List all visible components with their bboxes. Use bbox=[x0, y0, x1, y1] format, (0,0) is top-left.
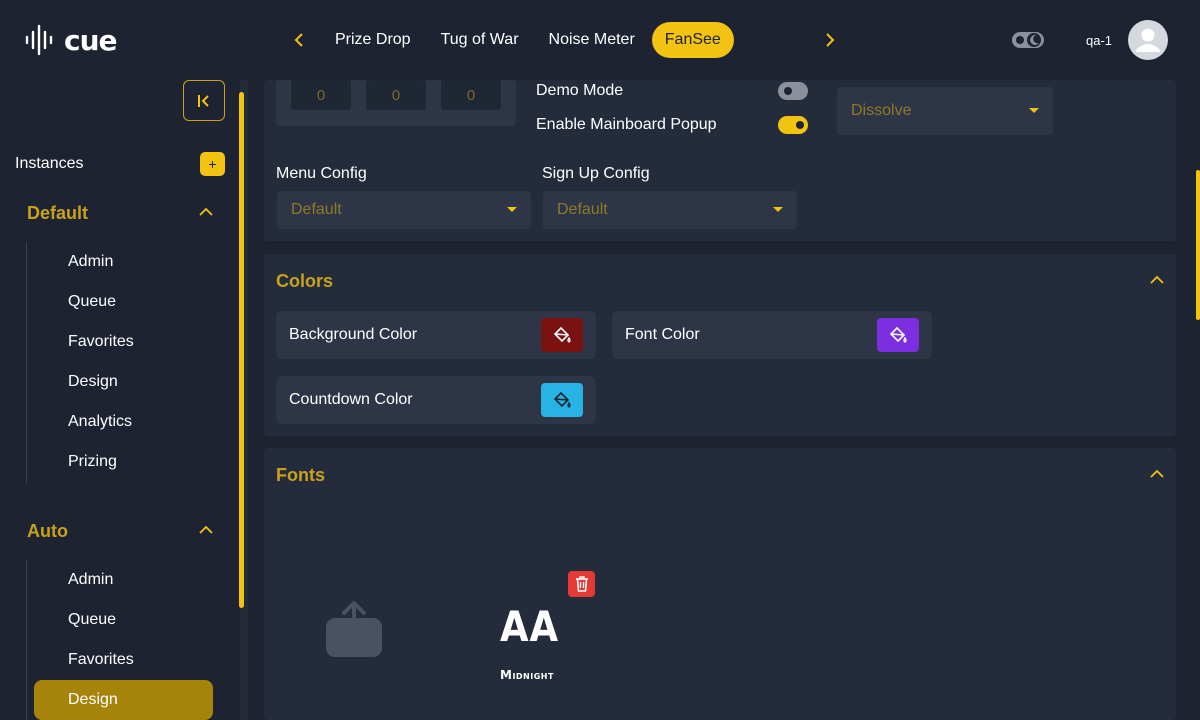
user-icon bbox=[1136, 28, 1160, 52]
background-color-item: Background Color bbox=[276, 311, 596, 359]
menu-config-value: Default bbox=[291, 201, 342, 218]
sidebar-item-design-active[interactable] bbox=[34, 680, 213, 720]
tab-prize-drop[interactable]: Prize Drop bbox=[322, 22, 424, 58]
theme-toggle[interactable] bbox=[1012, 30, 1044, 50]
font-name: Midnight bbox=[500, 668, 554, 682]
background-color-swatch[interactable] bbox=[541, 318, 583, 352]
paint-bucket-icon bbox=[553, 326, 571, 343]
font-color-label: Font Color bbox=[625, 326, 700, 343]
background-color-label: Background Color bbox=[289, 326, 418, 343]
demo-mode-label: Demo Mode bbox=[536, 82, 624, 99]
mainboard-popup-toggle[interactable] bbox=[778, 116, 808, 134]
add-instance-button[interactable]: + bbox=[200, 152, 225, 176]
trash-icon bbox=[575, 576, 588, 592]
chevron-up-icon[interactable] bbox=[198, 522, 214, 538]
position-input-1[interactable]: 0 bbox=[291, 80, 351, 110]
sidebar bbox=[0, 80, 240, 720]
nav-prev-button[interactable] bbox=[285, 26, 313, 54]
caret-down-icon bbox=[507, 207, 517, 212]
instances-label: Instances bbox=[15, 155, 84, 172]
nav-next-button[interactable] bbox=[816, 26, 844, 54]
logo-text: cue bbox=[64, 23, 118, 57]
colors-section-title[interactable]: Colors bbox=[276, 271, 333, 292]
caret-down-icon bbox=[773, 207, 783, 212]
collapse-sidebar-button[interactable] bbox=[183, 80, 225, 121]
delete-font-button[interactable] bbox=[568, 571, 595, 597]
chevron-up-icon[interactable] bbox=[1149, 466, 1165, 482]
upload-font-icon[interactable] bbox=[326, 600, 382, 658]
sidebar-item-design[interactable]: Design bbox=[68, 373, 118, 391]
transition-select-value: Dissolve bbox=[851, 102, 912, 119]
top-bar: cue Prize Drop Tug of War Noise Meter Fa… bbox=[0, 0, 1200, 80]
main-scrollbar[interactable] bbox=[1196, 170, 1200, 320]
demo-mode-toggle[interactable] bbox=[778, 82, 808, 100]
group-auto-title[interactable]: Auto bbox=[27, 521, 68, 542]
menu-config-select[interactable]: Default bbox=[277, 191, 531, 229]
menu-config-label: Menu Config bbox=[276, 165, 367, 182]
group-auto-line bbox=[26, 560, 27, 720]
chevron-right-icon bbox=[826, 33, 835, 47]
sidebar-item-favorites[interactable]: Favorites bbox=[68, 333, 134, 351]
font-color-swatch[interactable] bbox=[877, 318, 919, 352]
fonts-section-title[interactable]: Fonts bbox=[276, 465, 325, 486]
group-default-title[interactable]: Default bbox=[27, 203, 88, 224]
chevron-up-icon[interactable] bbox=[1149, 272, 1165, 288]
tab-fansee[interactable]: FanSee bbox=[651, 22, 734, 58]
signup-config-value: Default bbox=[557, 201, 608, 218]
sidebar-item-admin[interactable]: Admin bbox=[68, 253, 113, 271]
tab-tug-of-war[interactable]: Tug of War bbox=[428, 22, 532, 58]
mainboard-popup-label: Enable Mainboard Popup bbox=[536, 116, 717, 133]
sidebar-item-admin[interactable]: Admin bbox=[68, 571, 113, 589]
sidebar-item-queue[interactable]: Queue bbox=[68, 611, 116, 629]
sidebar-item-analytics[interactable]: Analytics bbox=[68, 413, 132, 431]
font-color-item: Font Color bbox=[612, 311, 932, 359]
signup-config-label: Sign Up Config bbox=[542, 165, 650, 182]
collapse-left-icon bbox=[198, 94, 209, 107]
sidebar-item-prizing[interactable]: Prizing bbox=[68, 453, 117, 471]
tab-noise-meter[interactable]: Noise Meter bbox=[536, 22, 648, 58]
position-input-3[interactable]: 0 bbox=[441, 80, 501, 110]
position-input-2[interactable]: 0 bbox=[366, 80, 426, 110]
chevron-up-icon[interactable] bbox=[198, 204, 214, 220]
sidebar-item-design[interactable]: Design bbox=[68, 691, 118, 709]
transition-select[interactable]: Dissolve bbox=[837, 87, 1053, 135]
signup-config-select[interactable]: Default bbox=[543, 191, 797, 229]
fonts-card bbox=[264, 448, 1176, 720]
chevron-left-icon bbox=[294, 33, 303, 47]
waveform-logo-icon bbox=[25, 24, 53, 56]
countdown-color-item: Countdown Color bbox=[276, 376, 596, 424]
logo[interactable]: cue bbox=[24, 23, 118, 57]
font-preview[interactable]: AA bbox=[500, 602, 559, 651]
avatar[interactable] bbox=[1128, 20, 1168, 60]
caret-down-icon bbox=[1029, 108, 1039, 113]
paint-bucket-icon bbox=[553, 391, 571, 408]
sidebar-scrollbar[interactable] bbox=[239, 92, 244, 608]
countdown-color-swatch[interactable] bbox=[541, 383, 583, 417]
paint-bucket-icon bbox=[889, 326, 907, 343]
group-default-line bbox=[26, 242, 27, 484]
sidebar-item-favorites[interactable]: Favorites bbox=[68, 651, 134, 669]
game-tabs: Prize Drop Tug of War Noise Meter FanSee bbox=[322, 22, 734, 58]
sidebar-item-queue[interactable]: Queue bbox=[68, 293, 116, 311]
countdown-color-label: Countdown Color bbox=[289, 391, 413, 408]
user-name[interactable]: qa-1 bbox=[1086, 33, 1112, 48]
